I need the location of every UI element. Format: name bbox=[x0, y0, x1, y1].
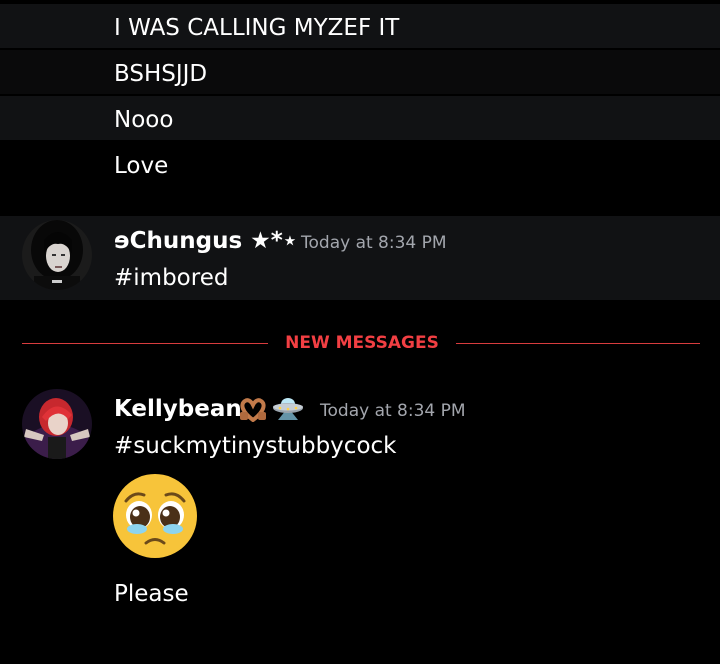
divider-label: NEW MESSAGES bbox=[285, 333, 439, 353]
message-row[interactable]: I WAS CALLING MYZEF IT bbox=[0, 4, 720, 48]
message-group-chungus[interactable]: ɘChungus ★*⋆ Today at 8:34 PM #imbored bbox=[0, 216, 720, 300]
timestamp: Today at 8:34 PM bbox=[301, 233, 447, 253]
username[interactable]: ɘChungus ★*⋆ bbox=[114, 226, 297, 256]
message-text: #imbored bbox=[114, 265, 229, 291]
message-group-kellybean[interactable]: Kellybean Today at 8:34 PM #suckmytinyst… bbox=[0, 384, 720, 624]
avatar-image bbox=[22, 389, 92, 459]
avatar-image bbox=[22, 220, 92, 290]
divider-line-right bbox=[456, 343, 700, 344]
message-row[interactable]: BSHSJJD bbox=[0, 50, 720, 94]
chat-message-list[interactable]: I WAS CALLING MYZEF IT BSHSJJD Nooo Love… bbox=[0, 0, 720, 664]
message-text: Nooo bbox=[114, 107, 174, 133]
message-text: #suckmytinystubbycock bbox=[114, 433, 397, 459]
message-text: Love bbox=[114, 153, 169, 179]
message-row[interactable]: Love bbox=[0, 142, 720, 186]
message-row[interactable]: Nooo bbox=[0, 96, 720, 140]
username[interactable]: Kellybean bbox=[114, 394, 242, 424]
message-text: Please bbox=[114, 581, 189, 607]
message-text: BSHSJJD bbox=[114, 61, 208, 87]
heart-hands-icon bbox=[238, 398, 268, 426]
ufo-icon bbox=[272, 396, 304, 428]
divider-line-left bbox=[22, 343, 268, 344]
avatar[interactable] bbox=[22, 220, 92, 290]
message-text: I WAS CALLING MYZEF IT bbox=[114, 15, 400, 41]
timestamp: Today at 8:34 PM bbox=[320, 401, 466, 421]
avatar[interactable] bbox=[22, 389, 92, 459]
pleading-face-emoji bbox=[112, 473, 198, 563]
